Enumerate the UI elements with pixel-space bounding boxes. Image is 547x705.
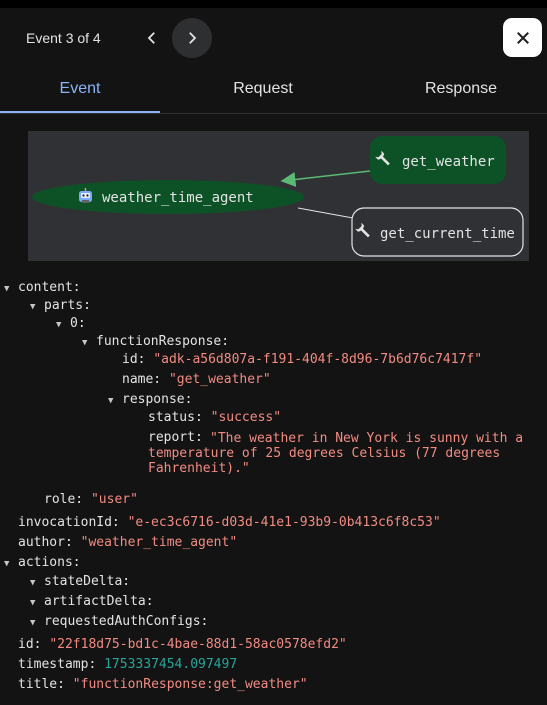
chevron-right-icon [189, 32, 197, 44]
caret-expanded-icon[interactable]: ▼ [30, 595, 35, 611]
tree-node-author: author: "weather_time_agent" [18, 535, 237, 551]
tree-value: "weather_time_agent" [80, 535, 238, 550]
caret-expanded-icon[interactable]: ▼ [108, 393, 113, 409]
tree-value: "get_weather" [168, 372, 271, 387]
caret-expanded-icon[interactable]: ▼ [82, 335, 87, 351]
tree-key[interactable]: artifactDelta: [44, 594, 154, 609]
tree-node-artifact-delta: artifactDelta: [44, 594, 154, 610]
tree-node-actions: actions: [18, 555, 81, 571]
tree-key: timestamp: [18, 657, 97, 672]
tree-node-state-delta: stateDelta: [44, 574, 130, 590]
tree-node-timestamp: timestamp: 1753337454.097497 [18, 657, 237, 673]
close-button[interactable] [503, 18, 542, 57]
tree-node-name: name: "get_weather" [122, 372, 271, 388]
tree-node-requested-auth-configs: requestedAuthConfigs: [44, 614, 208, 630]
tree-key[interactable]: parts: [44, 298, 91, 313]
caret-expanded-icon[interactable]: ▼ [30, 615, 35, 631]
tree-key[interactable]: functionResponse: [96, 334, 229, 349]
tab-request[interactable]: Request [183, 80, 343, 98]
tree-key[interactable]: stateDelta: [44, 574, 130, 589]
tree-value: "user" [90, 492, 138, 507]
edge-agent-to-get-current-time [297, 207, 354, 219]
close-icon [516, 31, 529, 44]
tree-node-index-0: 0: [70, 316, 86, 332]
tool-node-get-current-time-label: get_current_time [380, 226, 515, 242]
tree-key[interactable]: actions: [18, 555, 81, 570]
tab-event[interactable]: Event [0, 80, 160, 98]
tree-node-title: title: "functionResponse:get_weather" [18, 677, 308, 693]
tool-node-get-weather-label: get_weather [402, 154, 495, 170]
tabs-divider [0, 113, 547, 114]
tree-value: "adk-a56d807a-f191-404f-8d96-7b6d76c7417… [153, 352, 483, 367]
tree-node-event-id: id: "22f18d75-bd1c-4bae-88d1-58ac0578efd… [18, 637, 347, 653]
tree-value: "e-ec3c6716-d03d-41e1-93b9-0b413c6f8c53" [127, 515, 441, 530]
tree-key[interactable]: 0: [70, 316, 86, 331]
tree-node-content: content: [18, 280, 81, 296]
tree-key[interactable]: response: [122, 392, 192, 407]
caret-expanded-icon[interactable]: ▼ [4, 556, 9, 572]
caret-expanded-icon[interactable]: ▼ [4, 281, 9, 297]
caret-expanded-icon[interactable]: ▼ [30, 299, 35, 315]
tree-node-invocation-id: invocationId: "e-ec3c6716-d03d-41e1-93b9… [18, 515, 441, 531]
tree-value: 1753337454.097497 [104, 657, 238, 672]
tree-node-parts: parts: [44, 298, 91, 314]
tree-node-function-response: functionResponse: [96, 334, 229, 350]
tree-key: title: [18, 677, 65, 692]
tree-key: id: [18, 637, 42, 652]
tree-key: role: [44, 492, 84, 507]
tree-value: "functionResponse:get_weather" [72, 677, 308, 692]
tree-node-role: role: "user" [44, 492, 138, 508]
tree-node-status: status: "success" [148, 410, 281, 426]
tree-value: "22f18d75-bd1c-4bae-88d1-58ac0578efd2" [49, 637, 347, 652]
tree-value-report: "The weather in New York is sunny with a… [148, 431, 524, 476]
top-strip [0, 0, 547, 8]
tree-key: author: [18, 535, 73, 550]
agent-graph: weather_time_agent get_weather get_curre… [28, 131, 529, 261]
previous-event-button[interactable] [132, 18, 172, 58]
agent-node[interactable]: weather_time_agent [32, 180, 304, 214]
tree-key: status: [148, 410, 203, 425]
next-event-button[interactable] [172, 18, 212, 58]
caret-expanded-icon[interactable]: ▼ [30, 575, 35, 591]
tab-response[interactable]: Response [381, 80, 541, 98]
tree-value: "success" [210, 410, 282, 425]
agent-node-label: weather_time_agent [102, 190, 254, 206]
tree-node-response: response: [122, 392, 192, 408]
tree-node-response-id: id: "adk-a56d807a-f191-404f-8d96-7b6d76c… [122, 352, 482, 368]
tree-key: name: [122, 372, 162, 387]
chevron-left-icon [147, 32, 155, 44]
tree-key: invocationId: [18, 515, 120, 530]
tree-key[interactable]: requestedAuthConfigs: [44, 614, 208, 629]
tree-key: id: [122, 352, 146, 367]
tree-key[interactable]: content: [18, 280, 81, 295]
caret-expanded-icon[interactable]: ▼ [56, 317, 61, 333]
event-counter: Event 3 of 4 [26, 30, 101, 46]
tool-node-get-weather[interactable]: get_weather [370, 136, 506, 184]
tool-node-get-current-time[interactable]: get_current_time [351, 207, 524, 257]
edge-agent-to-get-weather [280, 170, 371, 187]
